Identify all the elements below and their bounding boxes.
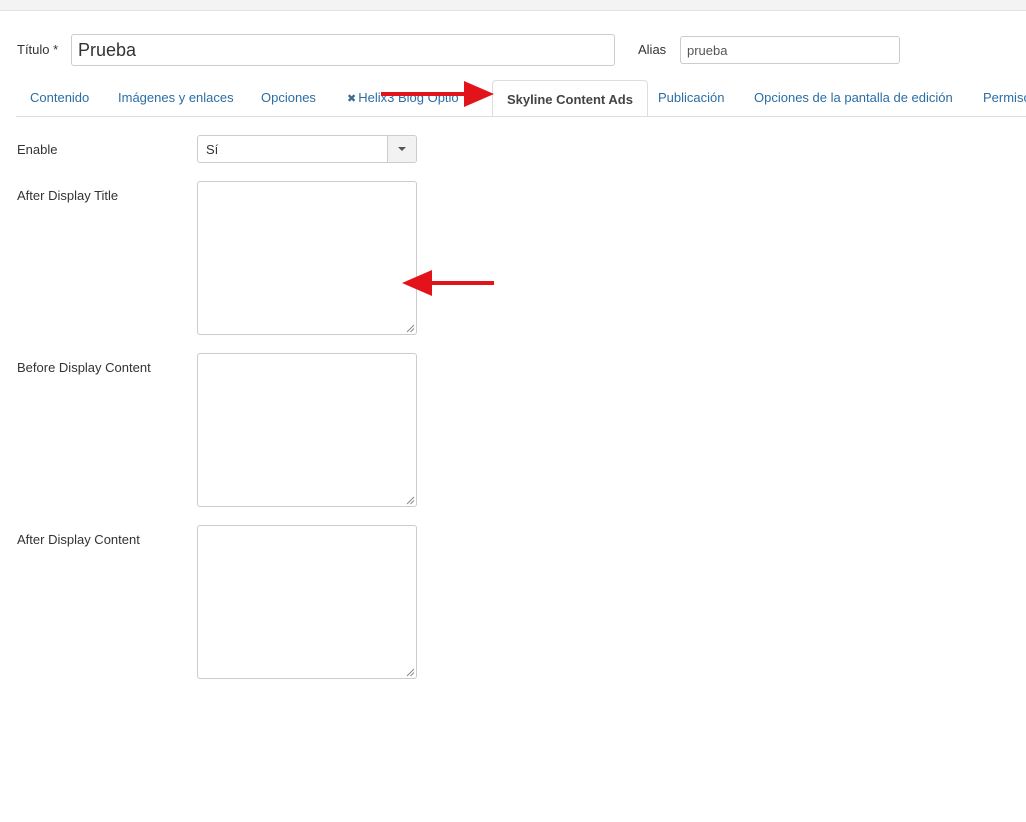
title-input[interactable] (71, 34, 615, 66)
dropdown-toggle[interactable] (387, 136, 416, 162)
after-display-title-textarea[interactable] (197, 181, 417, 335)
top-bar (0, 0, 1026, 11)
tab-imagenes-y-enlaces[interactable]: Imágenes y enlaces (104, 80, 248, 116)
caret-down-icon (398, 147, 406, 151)
tab-label: Contenido (30, 90, 90, 105)
joomla-icon: ✖ (347, 93, 357, 105)
tab-skyline-content-ads[interactable]: Skyline Content Ads (492, 80, 648, 116)
tab-label: Permiso (983, 90, 1026, 105)
resize-handle-icon[interactable] (406, 668, 415, 677)
alias-input[interactable] (680, 36, 900, 64)
alias-label: Alias (638, 42, 667, 57)
after-display-content-textarea[interactable] (197, 525, 417, 679)
tab-contenido[interactable]: Contenido (16, 80, 103, 116)
annotation-arrow-left-icon (402, 270, 494, 296)
enable-label: Enable (17, 142, 58, 157)
tab-label: Opciones (261, 90, 316, 105)
tab-label: Skyline Content Ads (507, 92, 633, 107)
tab-permisos[interactable]: Permiso (969, 80, 1026, 116)
tab-publicacion[interactable]: Publicación (644, 80, 739, 116)
resize-handle-icon[interactable] (406, 496, 415, 505)
title-label: Título * (17, 42, 59, 57)
before-display-content-label: Before Display Content (17, 360, 151, 375)
tab-bar: Contenido Imágenes y enlaces Opciones ✖ H… (16, 80, 1026, 117)
after-display-title-label: After Display Title (17, 188, 119, 203)
tab-opciones[interactable]: Opciones (247, 80, 330, 116)
resize-handle-icon[interactable] (406, 324, 415, 333)
before-display-content-textarea[interactable] (197, 353, 417, 507)
tab-label: Opciones de la pantalla de edición (754, 90, 953, 105)
after-display-content-label: After Display Content (17, 532, 140, 547)
tab-opciones-pantalla-edicion[interactable]: Opciones de la pantalla de edición (740, 80, 967, 116)
tab-label: Publicación (658, 90, 725, 105)
enable-select[interactable]: Sí (197, 135, 417, 163)
tab-label: Imágenes y enlaces (118, 90, 234, 105)
annotation-arrow-right-icon (381, 81, 494, 107)
enable-selected-value: Sí (206, 142, 219, 157)
